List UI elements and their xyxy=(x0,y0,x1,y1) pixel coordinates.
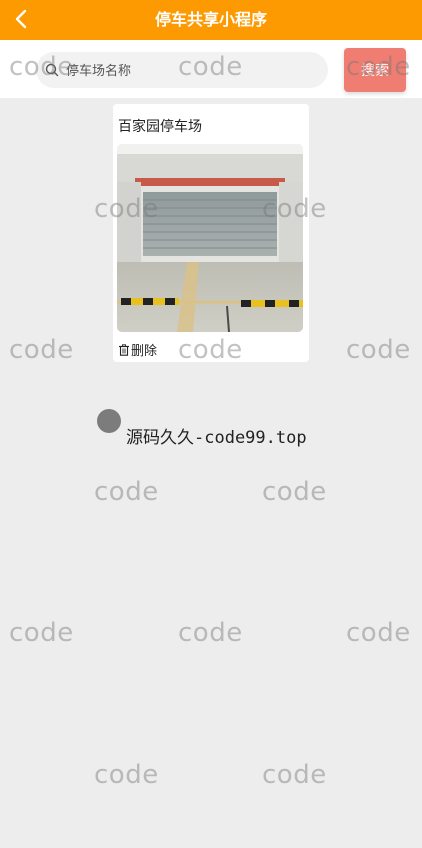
watermark: code xyxy=(9,618,74,648)
watermark: code xyxy=(262,477,327,507)
watermark: code xyxy=(262,760,327,790)
search-box[interactable] xyxy=(36,52,328,90)
credit-text: 源码久久-code99.top xyxy=(126,428,307,448)
watermark: code xyxy=(94,760,159,790)
watermark: code xyxy=(9,335,74,365)
parking-lot-name: 百家园停车场 xyxy=(118,119,202,135)
garage-photo-illustration xyxy=(117,144,303,332)
delete-button[interactable]: 删除 xyxy=(118,340,157,359)
watermark: code xyxy=(94,477,159,507)
search-bar: 搜索 xyxy=(0,40,422,98)
watermark: code xyxy=(346,618,411,648)
search-input[interactable] xyxy=(64,52,318,90)
avatar xyxy=(97,409,121,433)
delete-label: 删除 xyxy=(131,344,158,359)
parking-lot-card[interactable]: 百家园停车场 删除 xyxy=(113,104,309,362)
page-title: 停车共享小程序 xyxy=(154,10,267,29)
search-button[interactable]: 搜索 xyxy=(344,48,406,92)
trash-icon xyxy=(119,343,129,356)
title-bar: 停车共享小程序 xyxy=(0,0,422,40)
search-icon xyxy=(45,63,59,77)
watermark: code xyxy=(346,335,411,365)
watermark: code xyxy=(178,618,243,648)
parking-lot-photo[interactable] xyxy=(117,144,303,332)
